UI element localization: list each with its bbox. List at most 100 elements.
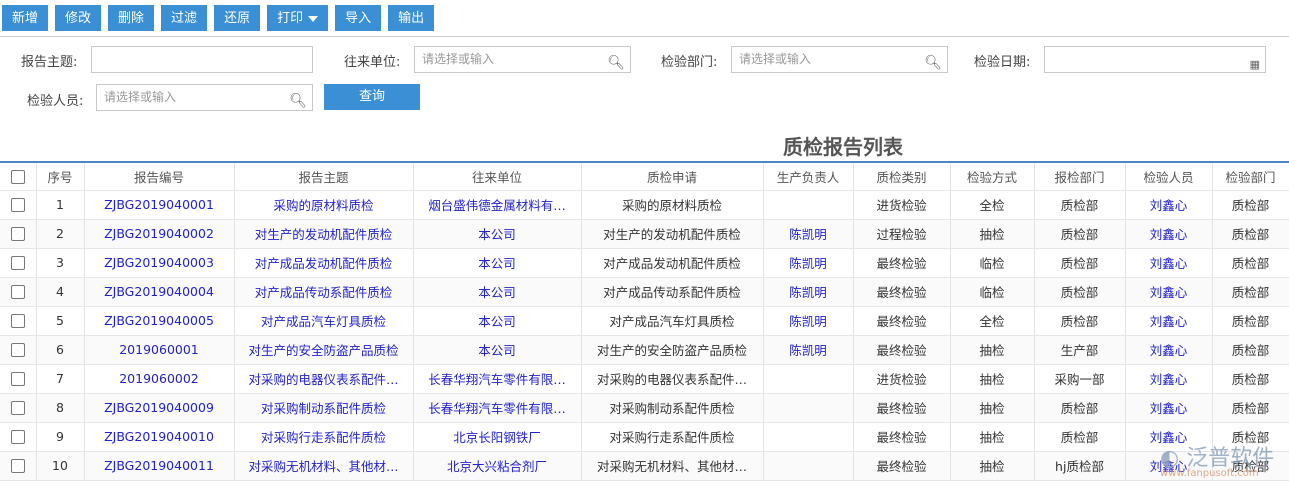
table-row[interactable]: 4 ZJBG2019040004 对产成品传动系配件质检 本公司 对产成品传动系配件质检… xyxy=(0,277,1289,307)
cell-2[interactable]: 对产成品发动机配件质检 xyxy=(234,248,414,278)
row-checkbox-cell[interactable] xyxy=(0,364,37,394)
cell-1[interactable]: ZJBG2019040009 xyxy=(84,393,235,423)
edit-button[interactable]: 修改 xyxy=(55,5,102,31)
cell-2[interactable]: 对采购的电器仪表系配件… xyxy=(234,364,414,394)
select-all-checkbox[interactable] xyxy=(10,170,25,184)
cell-1[interactable]: 2019060001 xyxy=(84,335,235,365)
cell-9[interactable]: 刘鑫心 xyxy=(1125,277,1213,307)
subject-input[interactable] xyxy=(91,46,313,73)
column-header[interactable]: 检验部门 xyxy=(1212,162,1289,191)
cell-5[interactable] xyxy=(763,422,854,452)
dept-input[interactable]: 请选择或输入 🔍︎ xyxy=(731,46,948,73)
cell-3[interactable]: 本公司 xyxy=(413,306,582,336)
cell-9[interactable]: 刘鑫心 xyxy=(1125,219,1213,249)
table-row[interactable]: 1 ZJBG2019040001 采购的原材料质检 烟台盛伟德金属材料有… 采购的原材料… xyxy=(0,190,1289,220)
cell-1[interactable]: ZJBG2019040003 xyxy=(84,248,235,278)
select-all-checkbox-cell[interactable] xyxy=(0,162,37,191)
search-icon[interactable]: 🔍︎ xyxy=(289,89,307,114)
add-button[interactable]: 新增 xyxy=(2,5,49,31)
table-row[interactable]: 7 2019060002 对采购的电器仪表系配件… 长春华翔汽车零件有限… 对采购的电器… xyxy=(0,364,1289,394)
calendar-icon[interactable]: ▦ xyxy=(1250,52,1260,77)
row-checkbox[interactable] xyxy=(10,401,25,416)
cell-3[interactable]: 本公司 xyxy=(413,219,582,249)
cell-1[interactable]: ZJBG2019040011 xyxy=(84,451,235,481)
date-input[interactable]: ▦ xyxy=(1044,46,1266,73)
cell-9[interactable]: 刘鑫心 xyxy=(1125,393,1213,423)
row-checkbox[interactable] xyxy=(10,343,25,358)
cell-2[interactable]: 采购的原材料质检 xyxy=(234,190,414,220)
cell-3[interactable]: 长春华翔汽车零件有限… xyxy=(413,364,582,394)
cell-9[interactable]: 刘鑫心 xyxy=(1125,335,1213,365)
column-header[interactable]: 序号 xyxy=(36,162,85,191)
cell-5[interactable]: 陈凯明 xyxy=(763,277,854,307)
cell-5[interactable]: 陈凯明 xyxy=(763,306,854,336)
cell-5[interactable] xyxy=(763,190,854,220)
cell-3[interactable]: 长春华翔汽车零件有限… xyxy=(413,393,582,423)
row-checkbox-cell[interactable] xyxy=(0,422,37,452)
cell-5[interactable]: 陈凯明 xyxy=(763,335,854,365)
filter-button[interactable]: 过滤 xyxy=(161,5,208,31)
cell-5[interactable]: 陈凯明 xyxy=(763,248,854,278)
cell-2[interactable]: 对采购无机材料、其他材… xyxy=(234,451,414,481)
table-row[interactable]: 6 2019060001 对生产的安全防盗产品质检 本公司 对生产的安全防盗产品质检 陈凯… xyxy=(0,335,1289,365)
table-row[interactable]: 3 ZJBG2019040003 对产成品发动机配件质检 本公司 对产成品发动机配件质检… xyxy=(0,248,1289,278)
cell-9[interactable]: 刘鑫心 xyxy=(1125,248,1213,278)
column-header[interactable]: 生产负责人 xyxy=(763,162,854,191)
row-checkbox[interactable] xyxy=(10,314,25,329)
row-checkbox-cell[interactable] xyxy=(0,393,37,423)
cell-1[interactable]: ZJBG2019040001 xyxy=(84,190,235,220)
cell-2[interactable]: 对生产的发动机配件质检 xyxy=(234,219,414,249)
row-checkbox-cell[interactable] xyxy=(0,219,37,249)
cell-1[interactable]: ZJBG2019040005 xyxy=(84,306,235,336)
row-checkbox-cell[interactable] xyxy=(0,306,37,336)
cell-1[interactable]: ZJBG2019040010 xyxy=(84,422,235,452)
cell-3[interactable]: 本公司 xyxy=(413,335,582,365)
cell-3[interactable]: 本公司 xyxy=(413,277,582,307)
inspector-input[interactable]: 请选择或输入 🔍︎ xyxy=(96,84,313,111)
table-row[interactable]: 5 ZJBG2019040005 对产成品汽车灯具质检 本公司 对产成品汽车灯具质检 陈凯… xyxy=(0,306,1289,336)
row-checkbox[interactable] xyxy=(10,459,25,474)
row-checkbox[interactable] xyxy=(10,430,25,445)
import-button[interactable]: 导入 xyxy=(335,5,382,31)
row-checkbox-cell[interactable] xyxy=(0,451,37,481)
column-header[interactable]: 检验人员 xyxy=(1125,162,1213,191)
row-checkbox[interactable] xyxy=(10,256,25,271)
column-header[interactable]: 报告编号 xyxy=(84,162,235,191)
restore-button[interactable]: 还原 xyxy=(214,5,261,31)
column-header[interactable]: 往来单位 xyxy=(413,162,582,191)
cell-9[interactable]: 刘鑫心 xyxy=(1125,364,1213,394)
table-row[interactable]: 10 ZJBG2019040011 对采购无机材料、其他材… 北京大兴粘合剂厂 对采购无… xyxy=(0,451,1289,481)
search-icon[interactable]: 🔍︎ xyxy=(924,51,942,76)
cell-5[interactable] xyxy=(763,393,854,423)
cell-3[interactable]: 北京大兴粘合剂厂 xyxy=(413,451,582,481)
column-header[interactable]: 报告主题 xyxy=(234,162,414,191)
row-checkbox-cell[interactable] xyxy=(0,190,37,220)
row-checkbox-cell[interactable] xyxy=(0,335,37,365)
cell-2[interactable]: 对生产的安全防盗产品质检 xyxy=(234,335,414,365)
table-row[interactable]: 2 ZJBG2019040002 对生产的发动机配件质检 本公司 对生产的发动机配件质检… xyxy=(0,219,1289,249)
cell-9[interactable]: 刘鑫心 xyxy=(1125,190,1213,220)
query-button[interactable]: 查询 xyxy=(324,84,420,110)
search-icon[interactable]: 🔍︎ xyxy=(607,51,625,76)
cell-3[interactable]: 本公司 xyxy=(413,248,582,278)
cell-1[interactable]: ZJBG2019040002 xyxy=(84,219,235,249)
row-checkbox-cell[interactable] xyxy=(0,277,37,307)
cell-5[interactable] xyxy=(763,451,854,481)
export-button[interactable]: 输出 xyxy=(388,5,435,31)
cell-3[interactable]: 北京长阳钢铁厂 xyxy=(413,422,582,452)
cell-5[interactable] xyxy=(763,364,854,394)
cell-5[interactable]: 陈凯明 xyxy=(763,219,854,249)
unit-input[interactable]: 请选择或输入 🔍︎ xyxy=(414,46,631,73)
table-row[interactable]: 8 ZJBG2019040009 对采购制动系配件质检 长春华翔汽车零件有限… 对采购制… xyxy=(0,393,1289,423)
row-checkbox[interactable] xyxy=(10,285,25,300)
row-checkbox[interactable] xyxy=(10,372,25,387)
cell-2[interactable]: 对产成品传动系配件质检 xyxy=(234,277,414,307)
column-header[interactable]: 质检类别 xyxy=(853,162,951,191)
delete-button[interactable]: 删除 xyxy=(108,5,155,31)
row-checkbox[interactable] xyxy=(10,227,25,242)
row-checkbox[interactable] xyxy=(10,198,25,213)
table-row[interactable]: 9 ZJBG2019040010 对采购行走系配件质检 北京长阳钢铁厂 对采购行走系配件… xyxy=(0,422,1289,452)
cell-9[interactable]: 刘鑫心 xyxy=(1125,306,1213,336)
cell-1[interactable]: ZJBG2019040004 xyxy=(84,277,235,307)
cell-2[interactable]: 对产成品汽车灯具质检 xyxy=(234,306,414,336)
